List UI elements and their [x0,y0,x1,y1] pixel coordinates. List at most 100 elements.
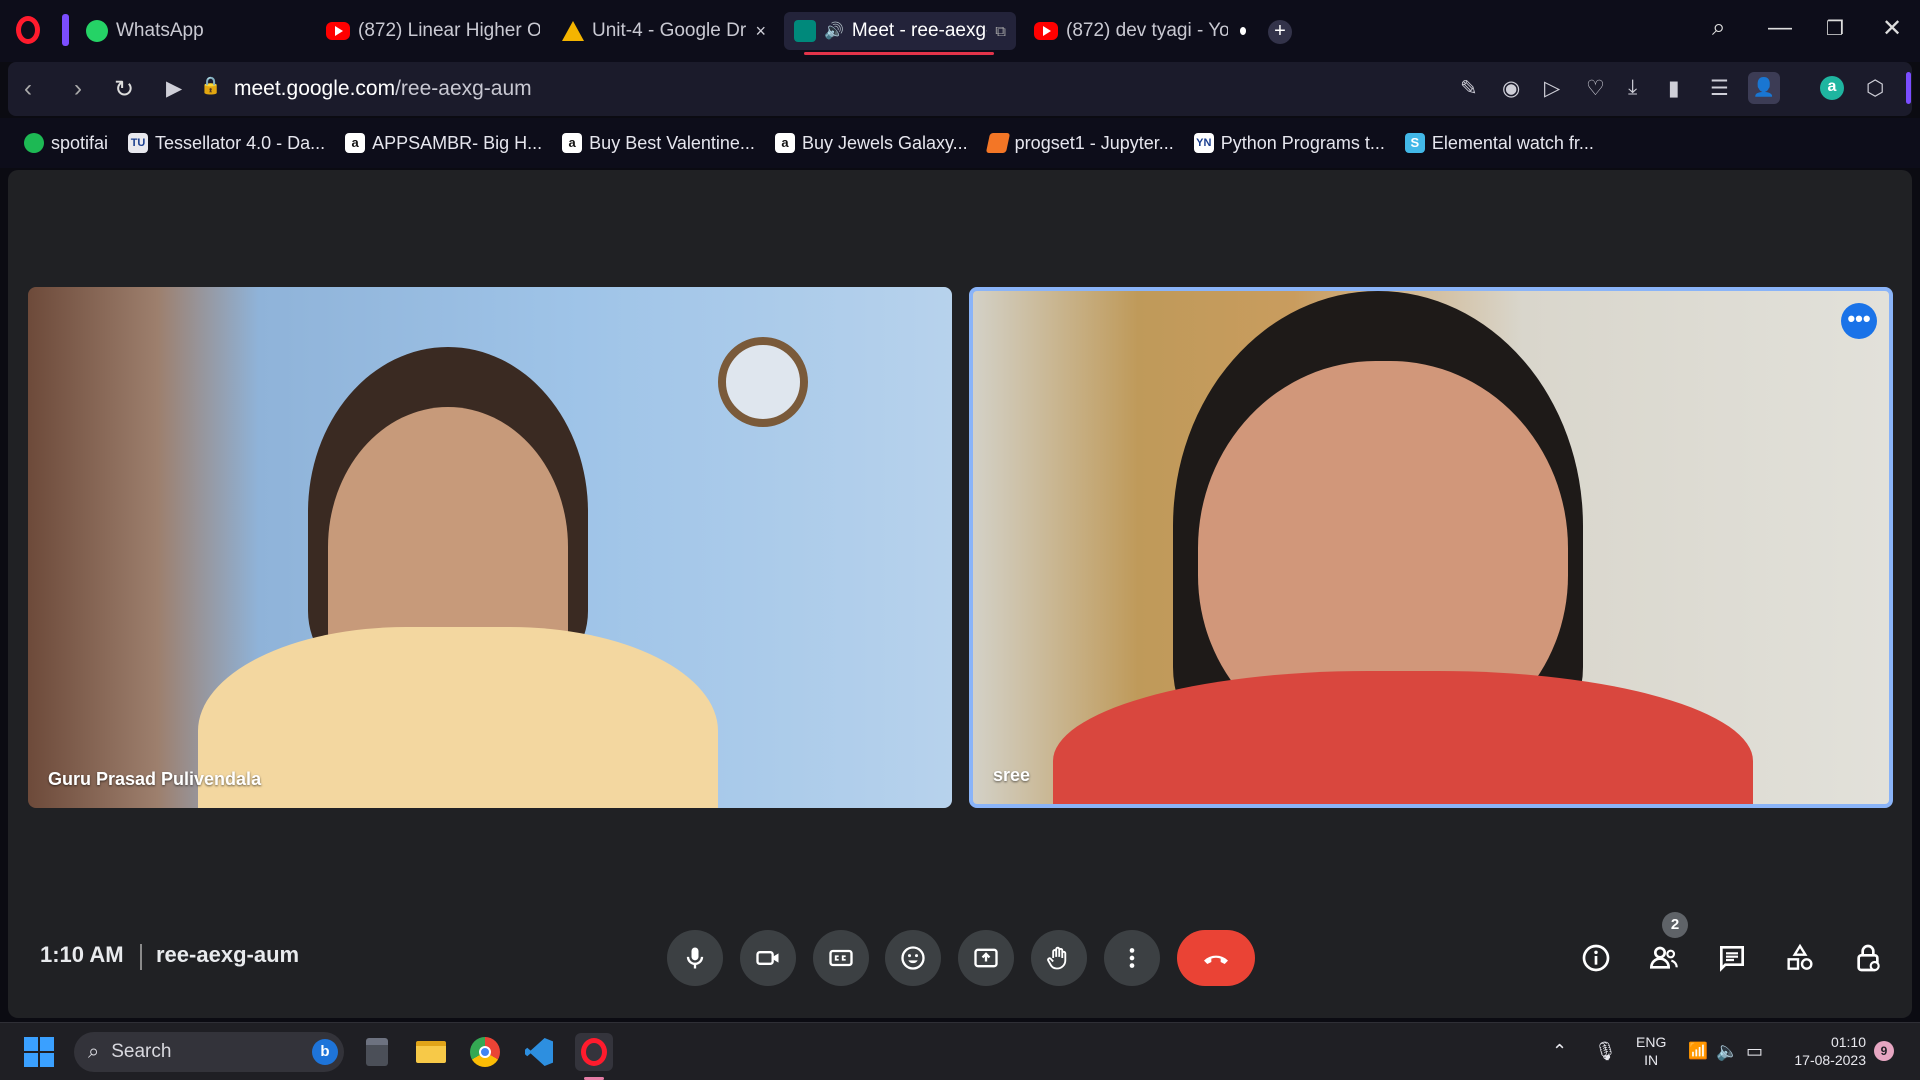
microphone-in-use-icon[interactable]: 🎙 [1594,1041,1617,1062]
bookmark-progset1[interactable]: progset1 - Jupyter... [985,132,1174,154]
calculator-icon[interactable] [358,1033,396,1071]
heart-icon[interactable]: ♡ [1586,76,1605,101]
tab-label: Meet - ree-aexg-a [851,20,987,41]
easy-setup-icon[interactable]: ☰ [1710,76,1729,101]
video-camera-icon [756,951,779,965]
tab-label: WhatsApp [116,20,204,41]
chat-button[interactable] [1710,936,1754,980]
restore-icon[interactable]: ❐ [1826,16,1844,41]
bookmark-elemental[interactable]: S Elemental watch fr... [1404,132,1594,154]
bookmark-label: Tessellator 4.0 - Da... [155,132,326,153]
bookmark-label: Buy Best Valentine... [589,132,755,153]
battery-icon[interactable]: ▭ [1746,1041,1763,1062]
url-field[interactable]: meet.google.com/ree-aexg-aum [234,77,532,101]
chat-icon [1720,946,1744,972]
participant-more-options-button[interactable]: ••• [1841,303,1877,339]
more-options-button[interactable] [1104,930,1160,986]
host-controls-button[interactable] [1846,936,1890,980]
notification-badge[interactable]: 9 [1874,1041,1894,1061]
reload-icon[interactable]: ↻ [114,75,134,104]
download-icon[interactable]: ⤓ [1628,76,1637,100]
bookmark-python-programs[interactable]: YN Python Programs t... [1193,132,1385,154]
back-icon[interactable]: ‹ [24,75,32,103]
search-placeholder: Search [111,1041,172,1062]
close-window-icon[interactable]: ✕ [1882,14,1902,43]
people-icon [1649,946,1678,969]
microphone-button[interactable] [667,930,723,986]
sidebar-accent [62,14,69,46]
info-icon [1582,944,1610,972]
bookmark-label: APPSAMBR- Big H... [372,132,543,153]
participant-tile-active-speaker[interactable]: sree ••• [969,287,1893,808]
pip-icon[interactable]: ⧉ [995,23,1006,40]
microphone-icon [686,947,704,969]
activities-shapes-icon [1787,943,1813,970]
tab-youtube-linear[interactable]: (872) Linear Higher Ord [316,12,540,50]
send-icon[interactable]: ▷ [1544,76,1560,101]
leave-call-button[interactable] [1177,930,1255,986]
vscode-icon[interactable] [520,1033,558,1071]
spotify-icon [24,133,44,153]
bookmark-label: Elemental watch fr... [1431,132,1594,153]
minimize-icon[interactable]: — [1768,14,1792,42]
profile-icon[interactable]: 👤 [1748,72,1780,104]
bookmark-label: progset1 - Jupyter... [1014,132,1174,153]
bookmark-tessellator[interactable]: TU Tessellator 4.0 - Da... [128,133,325,154]
activities-button[interactable] [1778,936,1822,980]
taskbar-search-box[interactable]: ⌕ Search b [74,1032,344,1072]
camera-button[interactable] [740,930,796,986]
search-icon: ⌕ [88,1040,100,1063]
edit-icon[interactable]: ✎ [1460,76,1478,101]
bookmark-label: Python Programs t... [1220,132,1385,153]
camera-in-use-icon[interactable]: ▶ [166,76,182,101]
bookmark-valentine[interactable]: a Buy Best Valentine... [562,133,755,154]
clock-date: 17-08-2023 [1794,1052,1866,1068]
language-code: ENG [1636,1034,1667,1050]
bing-icon[interactable]: b [312,1039,338,1065]
reactions-button[interactable] [885,930,941,986]
playing-dot-icon [1239,27,1246,35]
tab-google-meet[interactable]: 🔊 Meet - ree-aexg-a ⧉ [784,12,1016,50]
volume-icon[interactable]: 🔈 [1716,1041,1738,1062]
bookmark-label: spotifai [51,132,109,153]
tab-whatsapp[interactable]: WhatsApp [76,12,306,50]
extensions-icon[interactable]: ⬡ [1866,76,1884,101]
show-hidden-icons-icon[interactable]: ⌃ [1552,1041,1567,1062]
search-tabs-icon[interactable]: ⌕ [1712,14,1725,42]
bookmark-jewels[interactable]: a Buy Jewels Galaxy... [774,133,968,154]
present-screen-button[interactable] [958,930,1014,986]
file-explorer-icon[interactable] [412,1033,450,1071]
opera-taskbar-icon[interactable] [575,1033,613,1071]
system-clock[interactable]: 01:10 17-08-2023 [1788,1033,1866,1069]
opera-logo-icon[interactable] [16,16,40,44]
participant-name: sree [993,765,1031,785]
tessellator-icon: TU [128,133,149,153]
battery-saver-icon[interactable]: ▮ [1668,76,1680,101]
raise-hand-button[interactable] [1031,930,1087,986]
chrome-icon[interactable] [466,1033,504,1071]
google-drive-icon [562,21,584,41]
sidebar-accent [1906,72,1911,104]
amazon-assistant-icon[interactable]: a [1820,76,1844,100]
people-button[interactable] [1642,936,1686,980]
close-tab-icon[interactable]: × [755,21,766,42]
captions-button[interactable] [813,930,869,986]
windows-start-icon[interactable] [24,1037,54,1067]
tab-google-drive[interactable]: Unit-4 - Google Driv × [552,12,776,50]
language-indicator[interactable]: ENG IN [1636,1033,1666,1069]
forward-icon[interactable]: › [74,75,82,103]
more-vertical-icon [1129,948,1135,968]
speaker-icon[interactable]: 🔊 [824,21,844,41]
participant-tile[interactable]: Guru Prasad Pulivendala [28,287,952,808]
tab-youtube-dev-tyagi[interactable]: (872) dev tyagi - YouTul [1024,12,1256,50]
new-tab-button[interactable]: + [1268,20,1292,44]
lock-icon[interactable]: 🔒 [200,76,221,96]
bookmark-spotifai[interactable]: spotifai [24,133,108,154]
meeting-details-button[interactable] [1574,936,1618,980]
bookmark-appsambr[interactable]: a APPSAMBR- Big H... [345,133,542,154]
snapshot-icon[interactable]: ◉ [1502,76,1520,101]
python-programs-icon: YN [1193,133,1214,153]
present-screen-icon [974,948,998,968]
wifi-icon[interactable]: 📶 [1688,1041,1708,1061]
amazon-icon: a [562,133,583,153]
